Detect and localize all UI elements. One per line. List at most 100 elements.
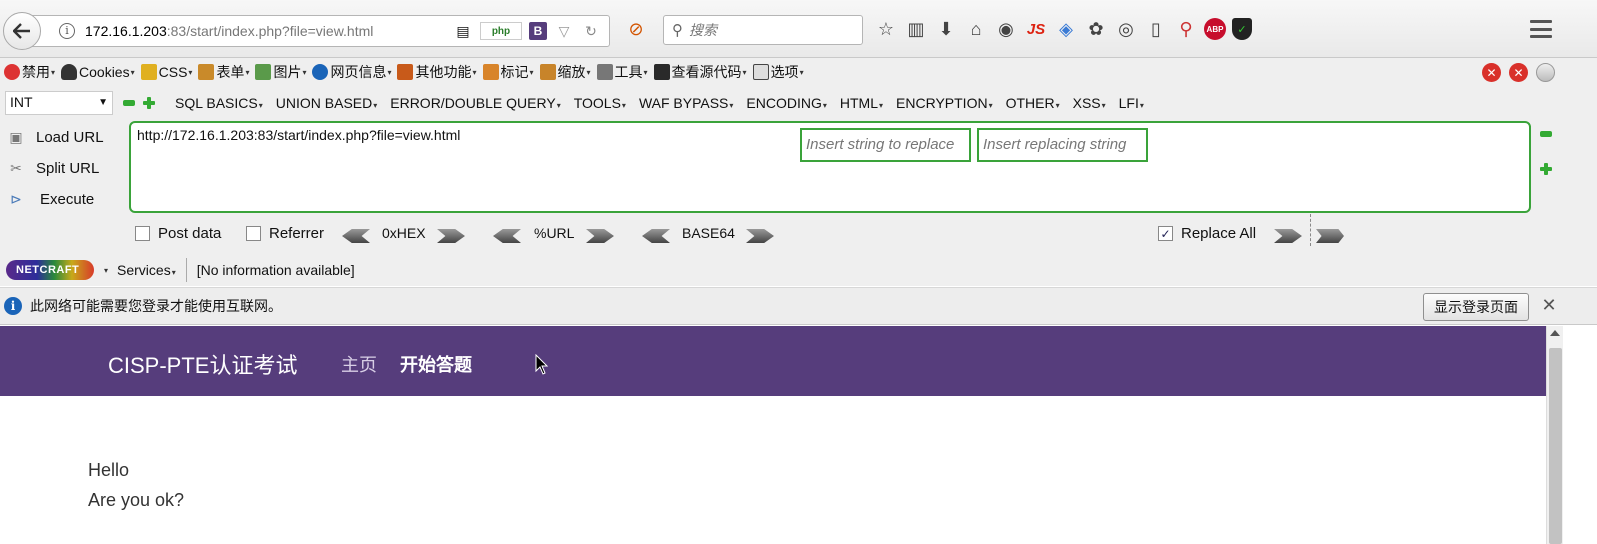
referrer-checkbox[interactable]: Referrer — [246, 225, 324, 242]
menu-other[interactable]: OTHER▾ — [1006, 95, 1060, 111]
load-url-icon: ▣ — [9, 129, 23, 145]
clipboard-icon — [198, 64, 215, 80]
netcraft-logo[interactable]: NETCRAFT — [6, 260, 94, 280]
hex-decode-icon[interactable] — [342, 229, 370, 243]
home-icon[interactable]: ⌂ — [964, 17, 988, 41]
server-icon[interactable]: ▤ — [453, 21, 473, 41]
nav-start-link[interactable]: 开始答题 — [400, 351, 472, 377]
menu-tools[interactable]: TOOLS▾ — [574, 95, 626, 111]
menu-encryption[interactable]: ENCRYPTION▾ — [896, 95, 993, 111]
wd-misc-menu[interactable]: 其他功能 ▾ — [397, 62, 477, 82]
wd-disable-menu[interactable]: 禁用 ▾ — [4, 62, 55, 82]
base64-encode-icon[interactable] — [746, 229, 774, 243]
shield-icon[interactable]: ✓ — [1232, 18, 1252, 40]
post-data-checkbox[interactable]: Post data — [135, 225, 221, 242]
minus-icon[interactable] — [123, 100, 135, 106]
tools-icon — [596, 64, 613, 80]
shrink-icon[interactable] — [1540, 131, 1552, 137]
scroll-up-icon[interactable] — [1550, 330, 1560, 336]
wd-images-menu[interactable]: 图片 ▾ — [255, 62, 306, 82]
expand-icon[interactable] — [1540, 163, 1552, 175]
divider — [185, 258, 187, 282]
replace-all-box[interactable]: ✓ — [1158, 226, 1173, 241]
content-question: Are you ok? — [88, 490, 185, 510]
hex-encode-icon[interactable] — [437, 229, 465, 243]
notification-message: 此网络可能需要您登录才能使用互联网。 — [30, 298, 282, 314]
post-data-box[interactable] — [135, 226, 150, 241]
search-input[interactable]: ⚲ 搜索 — [663, 15, 863, 45]
url-decode-icon[interactable] — [493, 229, 521, 243]
replace-all-checkbox[interactable]: ✓ Replace All — [1158, 225, 1256, 242]
bootstrap-icon[interactable]: B — [529, 22, 547, 40]
bookmark-star-icon[interactable]: ☆ — [874, 17, 898, 41]
wd-css-menu[interactable]: CSS ▾ — [140, 64, 192, 80]
close-icon[interactable]: ✕ — [1541, 295, 1557, 315]
content-hello: Hello — [88, 460, 130, 480]
netcraft-dropdown-icon[interactable]: ▾ — [104, 266, 108, 275]
close-all-icon[interactable]: ✕ — [1509, 63, 1528, 82]
wd-cookies-menu[interactable]: Cookies ▾ — [61, 64, 135, 80]
referrer-box[interactable] — [246, 226, 261, 241]
menu-xss[interactable]: XSS▾ — [1073, 95, 1106, 111]
globe-icon[interactable]: ◉ — [994, 17, 1018, 41]
menu-encoding[interactable]: ENCODING▾ — [746, 95, 826, 111]
download-icon[interactable]: ⬇ — [934, 17, 958, 41]
plus-icon[interactable] — [143, 97, 155, 109]
replace-next-icon[interactable] — [1316, 229, 1344, 243]
split-url-button[interactable]: ✂ Split URL — [0, 153, 125, 184]
wd-outline-menu[interactable]: 标记 ▾ — [482, 62, 534, 82]
wd-forms-menu[interactable]: 表单 ▾ — [198, 62, 249, 82]
menu-error-double-query[interactable]: ERROR/DOUBLE QUERY▾ — [390, 95, 560, 111]
site-navbar: CISP-PTE认证考试 主页 开始答题 — [0, 326, 1546, 396]
execute-button[interactable]: ⊳ Execute — [0, 184, 125, 215]
disable-icon — [4, 64, 20, 80]
menu-union-based[interactable]: UNION BASED▾ — [276, 95, 377, 111]
eye-icon[interactable]: ◎ — [1114, 17, 1138, 41]
no-script-icon[interactable]: ⊘ — [626, 19, 646, 39]
captive-portal-notification: i 此网络可能需要您登录才能使用互联网。 显示登录页面 ✕ — [0, 287, 1597, 325]
replacing-string-input[interactable]: Insert replacing string — [977, 128, 1148, 162]
url-text[interactable]: 172.16.1.203:83/start/index.php?file=vie… — [85, 23, 373, 39]
close-toolbar-icon[interactable]: ✕ — [1482, 63, 1501, 82]
services-menu[interactable]: Services▾ — [117, 262, 176, 278]
replace-string-input[interactable]: Insert string to replace — [800, 128, 971, 162]
reading-list-icon[interactable]: ▥ — [904, 17, 928, 41]
separator — [1310, 214, 1311, 246]
cookie-icon[interactable]: ✿ — [1084, 17, 1108, 41]
wd-view-source-menu[interactable]: 查看源代码 ▾ — [653, 62, 747, 82]
base64-decode-icon[interactable] — [642, 229, 670, 243]
url-label: %URL — [534, 225, 575, 241]
url-encode-icon[interactable] — [586, 229, 614, 243]
replace-apply-icon[interactable] — [1274, 229, 1302, 243]
ghp-php-icon[interactable]: php — [480, 22, 522, 40]
menu-lfi[interactable]: LFI▾ — [1119, 95, 1144, 111]
zoom-icon[interactable]: ⚲ — [1174, 17, 1198, 41]
page-icon[interactable]: ▯ — [1144, 17, 1168, 41]
page-scrollbar[interactable] — [1546, 326, 1563, 544]
site-brand[interactable]: CISP-PTE认证考试 — [108, 348, 297, 380]
marker-icon — [482, 64, 499, 80]
address-bar[interactable]: i 172.16.1.203:83/start/index.php?file=v… — [30, 15, 610, 47]
menu-html[interactable]: HTML▾ — [840, 95, 883, 111]
netcraft-toolbar: NETCRAFT ▾ Services▾ [No information ava… — [0, 254, 1597, 286]
scroll-thumb[interactable] — [1549, 348, 1562, 544]
wd-tools-menu[interactable]: 工具 ▾ — [596, 62, 648, 82]
show-login-page-button[interactable]: 显示登录页面 — [1423, 293, 1529, 321]
adblock-icon[interactable]: ABP — [1204, 18, 1226, 40]
load-url-button[interactable]: ▣ Load URL — [0, 122, 125, 153]
menu-sql-basics[interactable]: SQL BASICS▾ — [175, 95, 263, 111]
javascript-toggle-icon[interactable]: JS — [1024, 17, 1048, 41]
type-select[interactable]: INT ▼ — [5, 91, 113, 115]
menu-waf-bypass[interactable]: WAF BYPASS▾ — [639, 95, 733, 111]
reload-icon[interactable]: ↻ — [581, 21, 601, 41]
dropdown-icon[interactable]: ▽ — [554, 21, 574, 41]
hackbar-panel: INT ▼ SQL BASICS▾ UNION BASED▾ ERROR/DOUB… — [0, 86, 1597, 254]
wd-resize-menu[interactable]: 缩放 ▾ — [539, 62, 591, 82]
site-info-icon[interactable]: i — [59, 23, 75, 39]
menu-icon[interactable] — [1528, 17, 1554, 41]
color-picker-icon[interactable]: ◈ — [1054, 17, 1078, 41]
back-button[interactable] — [3, 12, 41, 50]
wd-info-menu[interactable]: 网页信息 ▾ — [312, 62, 391, 82]
wd-options-menu[interactable]: 选项 ▾ — [752, 62, 804, 82]
nav-home-link[interactable]: 主页 — [341, 351, 377, 377]
